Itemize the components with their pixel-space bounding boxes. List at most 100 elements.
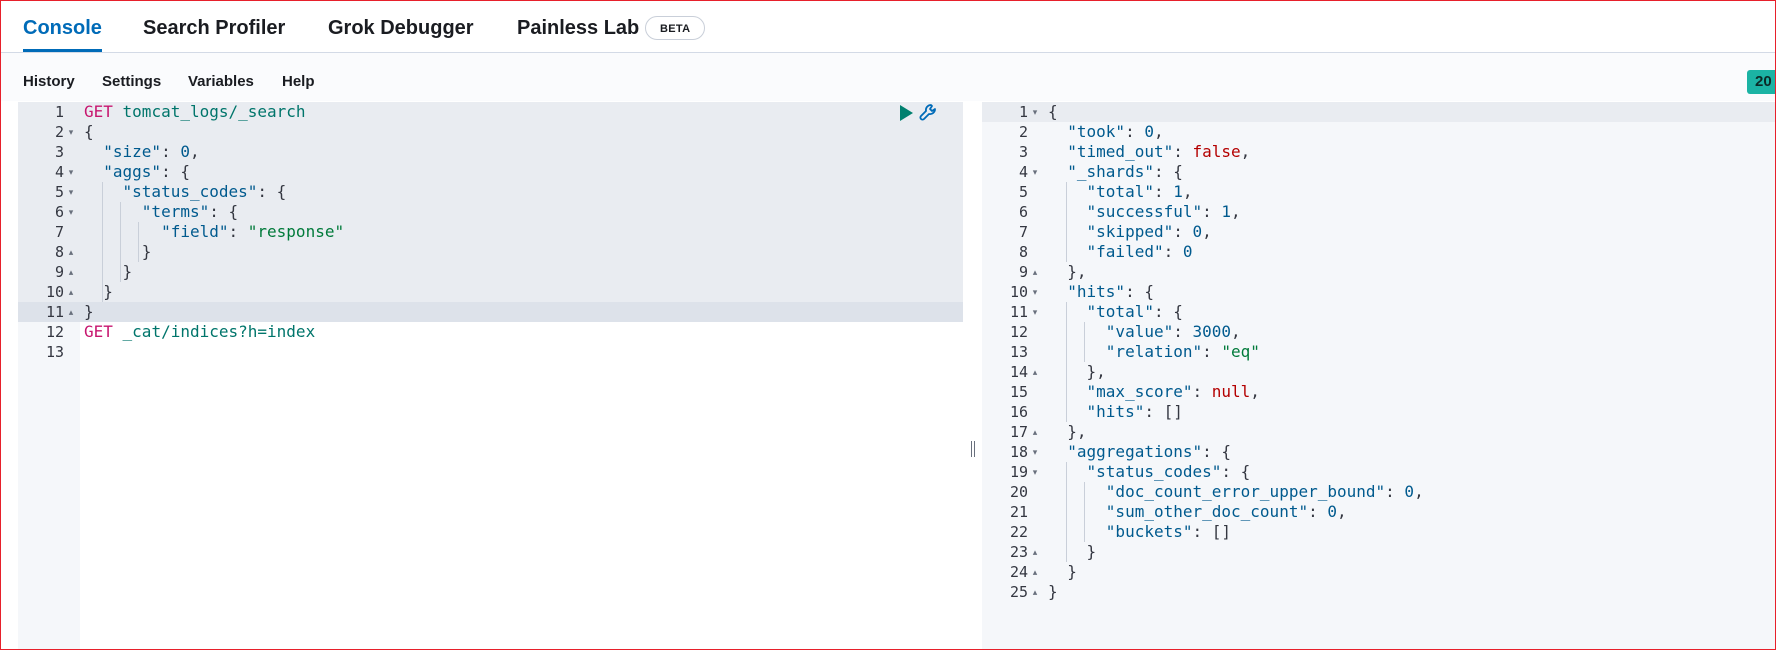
fold-open-icon[interactable]: ▾ [1030, 302, 1040, 322]
code-line[interactable]: "status_codes": { [84, 182, 287, 202]
code-line[interactable]: "size": 0, [84, 142, 199, 162]
code-token: : [1202, 202, 1222, 221]
fold-open-icon[interactable]: ▾ [1030, 102, 1040, 122]
code-line[interactable]: "field": "response" [84, 222, 344, 242]
code-line[interactable]: "buckets": [] [1048, 522, 1231, 542]
tab-painless-lab[interactable]: Painless Lab [517, 1, 639, 52]
code-token: : [] [1144, 402, 1183, 421]
line-number: 23 [1009, 543, 1028, 561]
code-line[interactable]: }, [1048, 362, 1106, 382]
code-line[interactable]: "skipped": 0, [1048, 222, 1212, 242]
fold-open-icon[interactable]: ▾ [66, 162, 76, 182]
code-token: } [84, 262, 133, 281]
code-line[interactable]: "sum_other_doc_count": 0, [1048, 502, 1347, 522]
fold-close-icon[interactable]: ▴ [66, 302, 76, 322]
code-token: }, [1048, 422, 1087, 441]
code-line[interactable]: "aggregations": { [1048, 442, 1231, 462]
request-editor[interactable]: 1 GET tomcat_logs/_search 2 ▾{3 "size": 0, 4… [18, 102, 963, 649]
line-number: 12 [1009, 323, 1028, 341]
code-token: "status_codes" [122, 182, 258, 201]
tab-search-profiler[interactable]: Search Profiler [143, 1, 285, 52]
code-token: "hits" [1086, 402, 1145, 421]
fold-close-icon[interactable]: ▴ [1030, 582, 1040, 602]
fold-close-icon[interactable]: ▴ [1030, 562, 1040, 582]
code-line[interactable]: "_shards": { [1048, 162, 1183, 182]
tab-console[interactable]: Console [23, 1, 102, 52]
code-line[interactable]: } [1048, 582, 1058, 602]
code-line[interactable]: "terms": { [84, 202, 238, 222]
code-line[interactable]: "hits": [] [1048, 402, 1183, 422]
code-token: : [228, 222, 248, 241]
fold-open-icon[interactable]: ▾ [1030, 162, 1040, 182]
code-line[interactable]: "status_codes": { [1048, 462, 1251, 482]
code-line[interactable]: } [84, 262, 133, 282]
code-token: "relation" [1105, 342, 1203, 361]
code-line[interactable]: } [84, 282, 113, 302]
fold-close-icon[interactable]: ▴ [66, 242, 76, 262]
code-line[interactable]: }, [1048, 262, 1086, 282]
fold-open-icon[interactable]: ▾ [66, 122, 76, 142]
code-line[interactable]: "total": { [1048, 302, 1183, 322]
code-line[interactable]: "max_score": null, [1048, 382, 1260, 402]
fold-close-icon[interactable]: ▴ [1030, 542, 1040, 562]
code-line[interactable]: "failed": 0 [1048, 242, 1193, 262]
history-button[interactable]: History [23, 53, 75, 101]
play-icon[interactable] [898, 104, 916, 124]
code-line[interactable]: "value": 3000, [1048, 322, 1241, 342]
code-line[interactable]: "took": 0, [1048, 122, 1163, 142]
pane-resizer[interactable] [969, 441, 977, 461]
code-line[interactable]: { [1048, 102, 1058, 122]
code-token: , [1240, 142, 1251, 161]
wrench-icon[interactable] [918, 102, 942, 126]
code-token: , [1202, 222, 1212, 241]
code-line[interactable]: "doc_count_error_upper_bound": 0, [1048, 482, 1424, 502]
code-token: { [84, 122, 94, 141]
tab-grok-debugger[interactable]: Grok Debugger [328, 1, 474, 52]
code-line[interactable]: "relation": "eq" [1048, 342, 1260, 362]
help-button[interactable]: Help [282, 53, 315, 101]
code-line[interactable]: } [1048, 542, 1097, 562]
code-line[interactable]: } [84, 302, 94, 322]
code-line[interactable]: { [84, 122, 94, 142]
line-number: 10 [1009, 283, 1028, 301]
code-line[interactable]: "total": 1, [1048, 182, 1193, 202]
code-line[interactable]: GET tomcat_logs/_search [84, 102, 306, 122]
fold-open-icon[interactable]: ▾ [1030, 442, 1040, 462]
fold-close-icon[interactable]: ▴ [66, 282, 76, 302]
fold-open-icon[interactable]: ▾ [66, 202, 76, 222]
line-number: 25 [1009, 583, 1028, 601]
fold-open-icon[interactable]: ▾ [1030, 282, 1040, 302]
fold-close-icon[interactable]: ▴ [1030, 362, 1040, 382]
code-line[interactable]: } [84, 242, 152, 262]
fold-open-icon[interactable]: ▾ [1030, 462, 1040, 482]
code-line[interactable]: }, [1048, 422, 1087, 442]
indent-guide [1066, 302, 1067, 422]
code-line[interactable]: GET _cat/indices?h=index [84, 322, 315, 342]
variables-button[interactable]: Variables [188, 53, 254, 101]
line-number: 15 [1009, 383, 1028, 401]
code-token: : { [161, 162, 190, 181]
code-token: 0 [1182, 242, 1193, 261]
code-token: null [1211, 382, 1251, 401]
line-number: 8 [54, 243, 64, 261]
code-line[interactable]: "hits": { [1048, 282, 1154, 302]
code-line[interactable]: } [1048, 562, 1077, 582]
fold-open-icon[interactable]: ▾ [66, 182, 76, 202]
code-line[interactable]: "timed_out": false, [1048, 142, 1250, 162]
code-token: } [84, 242, 152, 261]
line-number: 9 [1018, 263, 1028, 281]
fold-close-icon[interactable]: ▴ [1030, 422, 1040, 442]
code-token: 0 [1404, 482, 1415, 501]
fold-close-icon[interactable]: ▴ [1030, 262, 1040, 282]
line-number: 2 [1018, 123, 1028, 141]
fold-close-icon[interactable]: ▴ [66, 262, 76, 282]
settings-button[interactable]: Settings [102, 53, 161, 101]
code-line[interactable]: "successful": 1, [1048, 202, 1241, 222]
code-line[interactable]: "aggs": { [84, 162, 190, 182]
